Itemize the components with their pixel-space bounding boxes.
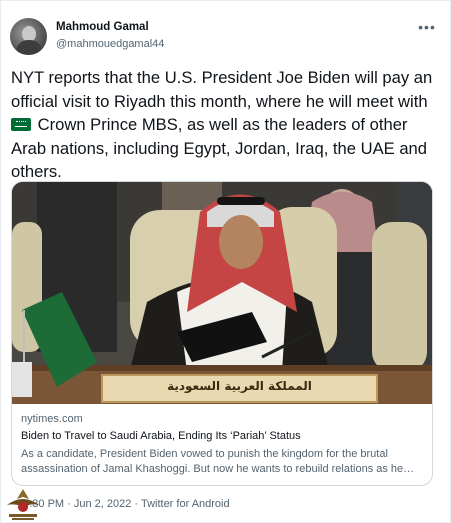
card-title[interactable]: Biden to Travel to Saudi Arabia, Ending … xyxy=(21,430,301,442)
card-domain: nytimes.com xyxy=(21,413,83,425)
tweet-text: NYT reports that the U.S. President Joe … xyxy=(11,66,441,184)
card-description: As a candidate, President Biden vowed to… xyxy=(21,448,404,475)
meta-separator-2: · xyxy=(131,498,141,510)
tweet-metadata: 10:30 PM · Jun 2, 2022 · Twitter for And… xyxy=(17,498,230,510)
user-display-name[interactable]: Mahmoud Gamal xyxy=(56,21,149,33)
card-image[interactable]: المملكة العربية السعودية xyxy=(12,182,432,404)
tweet-text-part1: NYT reports that the U.S. President Joe … xyxy=(11,68,433,111)
link-preview-card[interactable]: المملكة العربية السعودية nytimes.com Bid… xyxy=(11,181,433,486)
name-plaque-text: المملكة العربية السعودية xyxy=(167,379,312,393)
tweet-text-part2: Crown Prince MBS, as well as the leaders… xyxy=(11,115,428,181)
avatar-body xyxy=(16,40,42,55)
tweet-client[interactable]: Twitter for Android xyxy=(141,498,230,510)
meta-separator-1: · xyxy=(64,498,74,510)
saudi-flag-icon xyxy=(11,118,31,131)
user-avatar[interactable] xyxy=(10,18,47,55)
tweet-date[interactable]: Jun 2, 2022 xyxy=(74,498,132,510)
watermark-logo-icon xyxy=(7,489,39,520)
tweet-card: Mahmoud Gamal @mahmouedgamal44 ••• NYT r… xyxy=(0,0,451,523)
card-photo xyxy=(12,182,432,404)
more-options-icon[interactable]: ••• xyxy=(415,17,439,37)
user-handle[interactable]: @mahmouedgamal44 xyxy=(56,38,164,50)
